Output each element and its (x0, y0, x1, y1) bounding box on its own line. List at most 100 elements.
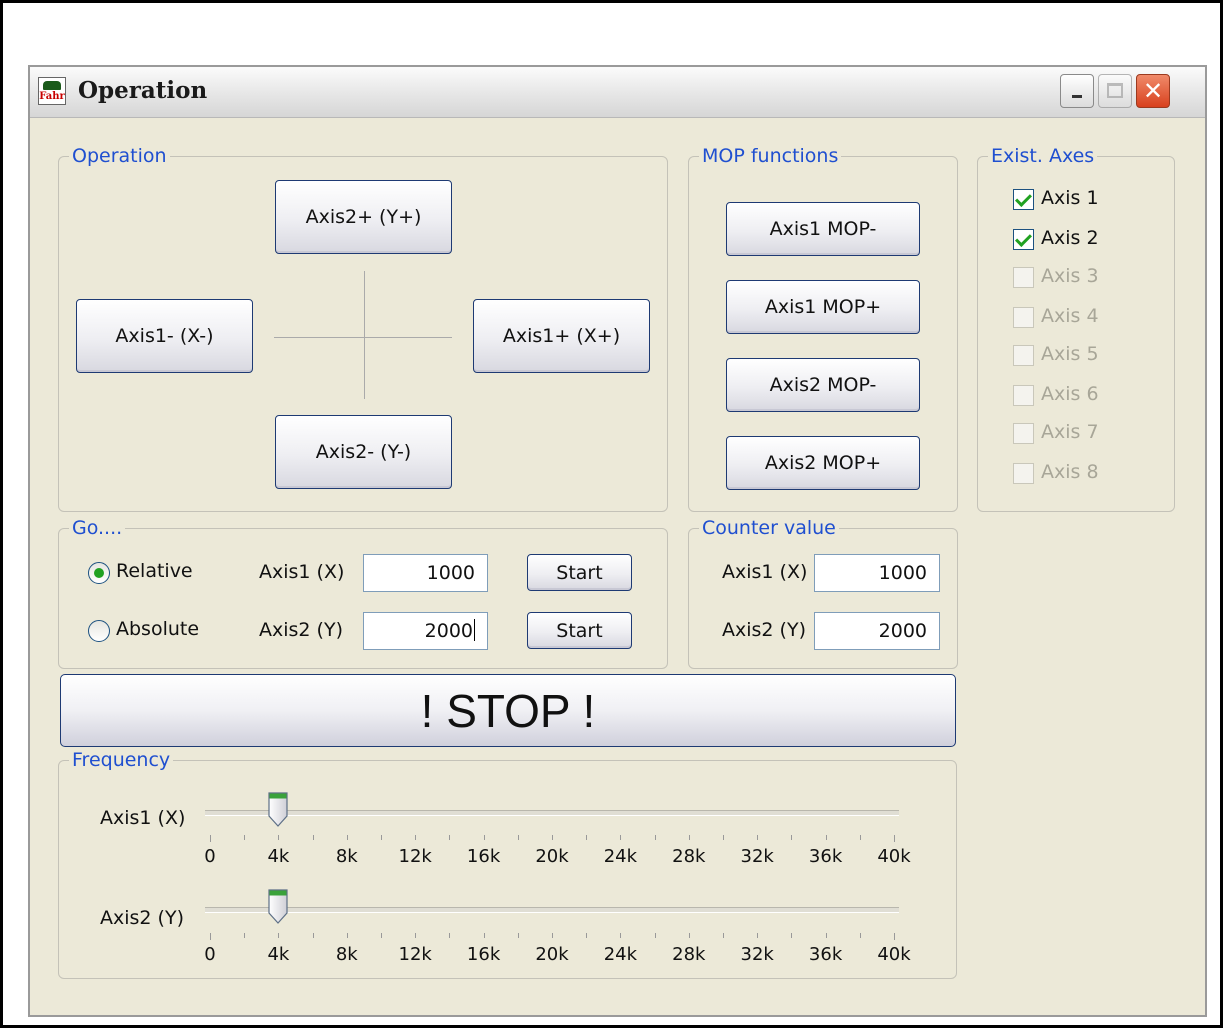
absolute-label[interactable]: Absolute (116, 618, 199, 640)
axis-5-checkbox (1013, 345, 1034, 366)
minimize-button[interactable] (1060, 74, 1094, 108)
slider-tick-label: 28k (672, 944, 706, 965)
slider-tick-label: 16k (466, 944, 501, 965)
axis-1-checkbox[interactable] (1013, 189, 1034, 210)
slider-tick (210, 933, 211, 940)
slider-tick-label: 36k (808, 846, 843, 867)
slider-tick-label: 20k (535, 846, 569, 867)
axis1-mop-plus-button[interactable]: Axis1 MOP+ (726, 280, 920, 334)
text-caret (474, 619, 475, 641)
slider-tick-label: 8k (335, 846, 358, 867)
slider-tick-label: 20k (535, 944, 569, 965)
slider-tick-label: 28k (672, 846, 706, 867)
slider-tick (312, 835, 314, 840)
axis-7-checkbox (1013, 423, 1034, 444)
window-title: Operation (78, 77, 208, 104)
axis-1-label[interactable]: Axis 1 (1041, 187, 1099, 209)
go-axis2-input[interactable]: 2000 (363, 612, 488, 650)
absolute-radio[interactable] (88, 620, 110, 642)
crosshair-horizontal (274, 337, 452, 338)
counter-axis2-field: 2000 (814, 612, 940, 650)
relative-label[interactable]: Relative (116, 560, 193, 582)
exist-axes-legend: Exist. Axes (991, 145, 1095, 167)
slider-tick (381, 835, 382, 840)
mop-legend: MOP functions (702, 145, 839, 167)
axis2-mop-minus-button[interactable]: Axis2 MOP- (726, 358, 920, 412)
axis-6-checkbox (1013, 385, 1034, 406)
slider-tick (244, 933, 246, 938)
axis-4-checkbox (1013, 307, 1034, 328)
slider-tick (688, 933, 690, 938)
slider-tick (757, 933, 759, 938)
slider-thumb[interactable] (267, 889, 289, 925)
axis2-mop-plus-button[interactable]: Axis2 MOP+ (726, 436, 920, 490)
slider-tick-label: 16k (466, 846, 501, 867)
operation-legend: Operation (72, 145, 167, 167)
slider-track[interactable] (205, 810, 899, 816)
start-axis1-button[interactable]: Start (527, 554, 632, 591)
axis-3-label: Axis 3 (1041, 265, 1099, 287)
slider-tick (483, 933, 485, 938)
slider-tick-label: 8k (335, 944, 358, 965)
app-icon-text: Fahr (39, 91, 65, 102)
axis1-mop-minus-button[interactable]: Axis1 MOP- (726, 202, 920, 256)
close-button[interactable]: ✕ (1136, 74, 1170, 108)
slider-tick-label: 40k (877, 846, 911, 867)
slider-tick (483, 835, 485, 840)
axis-3-checkbox (1013, 267, 1034, 288)
stop-button[interactable]: ! STOP ! (60, 674, 956, 747)
slider-tick-label: 32k (740, 846, 774, 867)
slider-thumb[interactable] (267, 792, 289, 828)
frequency-legend: Frequency (72, 749, 171, 771)
axis1-minus-button[interactable]: Axis1- (X-) (76, 299, 253, 373)
slider-tick (859, 835, 861, 840)
axis2-minus-button[interactable]: Axis2- (Y-) (275, 415, 452, 489)
go-axis1-input[interactable]: 1000 (363, 554, 488, 592)
go-axis1-value: 1000 (426, 562, 475, 584)
counter-axis1-label: Axis1 (X) (722, 561, 808, 583)
axis2-plus-button[interactable]: Axis2+ (Y+) (275, 180, 452, 254)
slider-tick-label: 24k (603, 846, 638, 867)
counter-axis2-label: Axis2 (Y) (722, 619, 806, 641)
go-legend: Go.... (72, 517, 123, 539)
slider-tick (723, 835, 724, 840)
slider-tick (586, 933, 588, 938)
operation-window: Fahr Operation ✕ Operation Axis2+ (Y+) A… (28, 65, 1207, 1017)
slider-tick (688, 835, 690, 840)
go-axis2-value: 2000 (424, 620, 473, 642)
slider-tick (278, 933, 280, 938)
slider-tick (894, 933, 895, 940)
slider-tick (415, 835, 417, 840)
slider-track[interactable] (205, 907, 899, 913)
title-bar[interactable]: Fahr Operation ✕ (30, 67, 1205, 118)
maximize-button[interactable] (1098, 74, 1132, 108)
slider-tick (278, 835, 280, 840)
slider-tick-label: 4k (267, 846, 290, 867)
close-icon: ✕ (1142, 77, 1164, 105)
counter-axis1-field: 1000 (814, 554, 940, 592)
counter-legend: Counter value (702, 517, 836, 539)
freq-axis2-label: Axis2 (Y) (100, 907, 184, 929)
relative-radio[interactable] (88, 562, 110, 584)
go-axis1-label: Axis1 (X) (259, 561, 345, 583)
axis1-plus-button[interactable]: Axis1+ (X+) (473, 299, 650, 373)
slider-tick-label: 40k (877, 944, 911, 965)
app-icon: Fahr (38, 77, 66, 105)
slider-tick (244, 835, 246, 840)
slider-tick (346, 933, 348, 938)
slider-tick-label: 4k (267, 944, 290, 965)
slider-tick-label: 32k (740, 944, 774, 965)
start-axis2-button[interactable]: Start (527, 612, 632, 649)
axis-2-label[interactable]: Axis 2 (1041, 227, 1099, 249)
slider-tick (381, 933, 382, 938)
slider-tick (449, 933, 451, 938)
axis-2-checkbox[interactable] (1013, 229, 1034, 250)
slider-tick (723, 933, 724, 938)
slider-tick (757, 835, 759, 840)
slider-tick (312, 933, 314, 938)
slider-tick (620, 933, 622, 938)
slider-tick (449, 835, 451, 840)
axis-8-label: Axis 8 (1041, 461, 1099, 483)
axis-6-label: Axis 6 (1041, 383, 1099, 405)
slider-tick-label: 36k (808, 944, 843, 965)
